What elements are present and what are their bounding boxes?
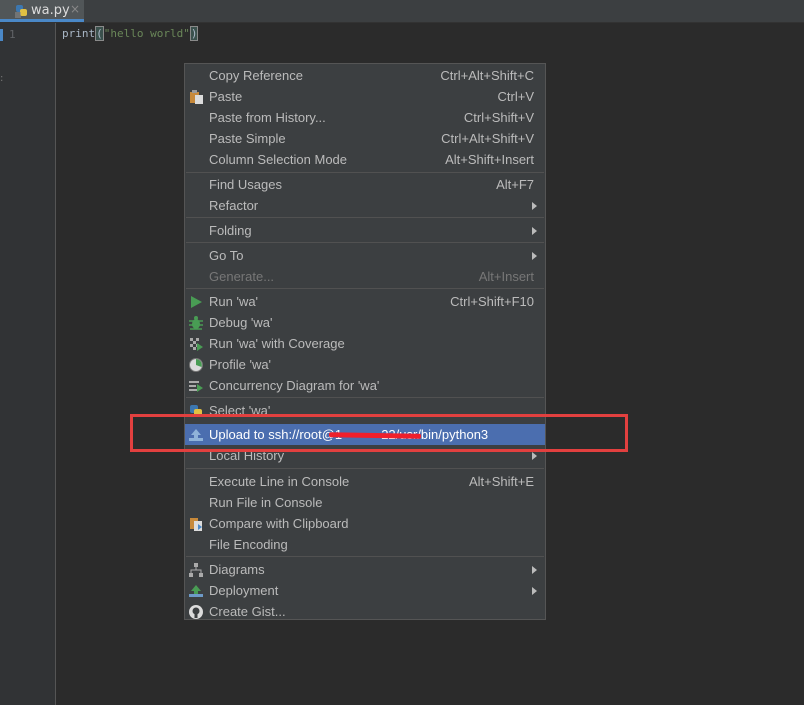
menu-item-label: Folding	[209, 223, 252, 238]
menu-item-label: Go To	[209, 248, 244, 263]
menu-item-paste-from-history[interactable]: Paste from History... Ctrl+Shift+V	[185, 107, 545, 128]
context-menu: Copy Reference Ctrl+Alt+Shift+C Paste Ct…	[184, 63, 546, 620]
menu-item-label: Run 'wa'	[209, 294, 259, 309]
deployment-icon	[189, 585, 203, 597]
menu-item-label: Deployment	[209, 583, 279, 598]
menu-item-label: Paste Simple	[209, 131, 286, 146]
menu-item-execute-line-in-console[interactable]: Execute Line in Console Alt+Shift+E	[185, 471, 545, 492]
menu-item-paste[interactable]: Paste Ctrl+V	[185, 86, 545, 107]
editor-gutter: 1 :	[0, 23, 56, 705]
menu-separator	[186, 468, 544, 469]
editor-tab-bar: wa.py ×	[0, 0, 804, 23]
close-icon[interactable]: ×	[70, 2, 80, 16]
menu-item-label: Create Gist...	[209, 604, 286, 619]
submenu-arrow-icon	[532, 566, 537, 574]
menu-item-refactor[interactable]: Refactor	[185, 195, 545, 216]
menu-item-folding[interactable]: Folding	[185, 220, 545, 241]
menu-item-label: Paste	[209, 89, 243, 104]
menu-item-shortcut: Alt+Insert	[478, 269, 534, 284]
menu-item-label: Run File in Console	[209, 495, 323, 510]
menu-item-column-selection-mode[interactable]: Column Selection Mode Alt+Shift+Insert	[185, 149, 545, 170]
github-icon	[189, 605, 203, 619]
menu-item-shortcut: Ctrl+Alt+Shift+V	[441, 131, 534, 146]
menu-item-create-gist[interactable]: Create Gist...	[185, 601, 545, 622]
menu-item-paste-simple[interactable]: Paste Simple Ctrl+Alt+Shift+V	[185, 128, 545, 149]
menu-item-label: Find Usages	[209, 177, 282, 192]
menu-separator	[186, 556, 544, 557]
menu-separator	[186, 288, 544, 289]
python-file-icon	[15, 5, 27, 18]
menu-item-shortcut: Alt+Shift+E	[468, 474, 534, 489]
tab-wa-py[interactable]: wa.py ×	[0, 0, 84, 22]
menu-item-shortcut: Ctrl+Alt+Shift+C	[440, 68, 534, 83]
menu-item-run-file-in-console[interactable]: Run File in Console	[185, 492, 545, 513]
menu-separator	[186, 172, 544, 173]
menu-item-diagrams[interactable]: Diagrams	[185, 559, 545, 580]
menu-item-label: Refactor	[209, 198, 259, 213]
menu-item-compare-with-clipboard[interactable]: Compare with Clipboard	[185, 513, 545, 534]
submenu-arrow-icon	[532, 587, 537, 595]
submenu-arrow-icon	[532, 202, 537, 210]
menu-item-debug[interactable]: Debug 'wa'	[185, 312, 545, 333]
menu-item-shortcut: Alt+Shift+Insert	[445, 152, 534, 167]
menu-item-label: Concurrency Diagram for 'wa'	[209, 378, 380, 393]
run-icon	[191, 296, 202, 308]
menu-item-label: Paste from History...	[209, 110, 326, 125]
tab-label: wa.py	[31, 3, 70, 18]
menu-item-deployment[interactable]: Deployment	[185, 580, 545, 601]
diagram-icon	[189, 563, 203, 577]
gutter-marker	[0, 29, 3, 41]
menu-item-shortcut: Alt+F7	[496, 177, 534, 192]
menu-item-label: Diagrams	[209, 562, 265, 577]
menu-item-generate: Generate... Alt+Insert	[185, 266, 545, 287]
concurrency-icon	[189, 381, 203, 392]
fold-marker-icon: :	[0, 73, 4, 84]
code-close-paren: )	[189, 26, 199, 41]
menu-item-shortcut: Ctrl+V	[497, 89, 534, 104]
submenu-arrow-icon	[532, 252, 537, 260]
menu-item-label: Run 'wa' with Coverage	[209, 336, 345, 351]
debug-icon	[189, 316, 203, 330]
menu-item-shortcut: Ctrl+Shift+V	[463, 110, 534, 125]
menu-item-shortcut: Ctrl+Shift+F10	[450, 294, 534, 309]
menu-separator	[186, 397, 544, 398]
paste-icon	[190, 90, 203, 104]
annotation-highlight-box	[130, 414, 628, 452]
menu-item-label: File Encoding	[209, 537, 288, 552]
submenu-arrow-icon	[532, 452, 537, 460]
menu-item-file-encoding[interactable]: File Encoding	[185, 534, 545, 555]
profile-icon	[189, 358, 203, 372]
menu-item-label: Copy Reference	[209, 68, 303, 83]
menu-item-run-with-coverage[interactable]: Run 'wa' with Coverage	[185, 333, 545, 354]
menu-item-label: Debug 'wa'	[209, 315, 273, 330]
menu-item-concurrency-diagram[interactable]: Concurrency Diagram for 'wa'	[185, 375, 545, 396]
menu-separator	[186, 217, 544, 218]
menu-item-copy-reference[interactable]: Copy Reference Ctrl+Alt+Shift+C	[185, 65, 545, 86]
line-number: 1	[9, 28, 16, 41]
code-line[interactable]: print("hello world")	[62, 26, 199, 41]
menu-item-go-to[interactable]: Go To	[185, 245, 545, 266]
menu-item-label: Generate...	[209, 269, 275, 284]
menu-separator	[186, 242, 544, 243]
menu-item-label: Compare with Clipboard	[209, 516, 349, 531]
coverage-icon	[190, 338, 203, 351]
menu-item-label: Profile 'wa'	[209, 357, 272, 372]
code-open-paren: (	[95, 26, 104, 41]
menu-item-run[interactable]: Run 'wa' Ctrl+Shift+F10	[185, 291, 545, 312]
menu-item-profile[interactable]: Profile 'wa'	[185, 354, 545, 375]
menu-item-label: Execute Line in Console	[209, 474, 350, 489]
code-string: "hello world"	[103, 27, 190, 40]
code-function: print	[62, 27, 96, 40]
menu-item-label: Column Selection Mode	[209, 152, 348, 167]
submenu-arrow-icon	[532, 227, 537, 235]
menu-item-find-usages[interactable]: Find Usages Alt+F7	[185, 174, 545, 195]
compare-icon	[190, 518, 202, 531]
